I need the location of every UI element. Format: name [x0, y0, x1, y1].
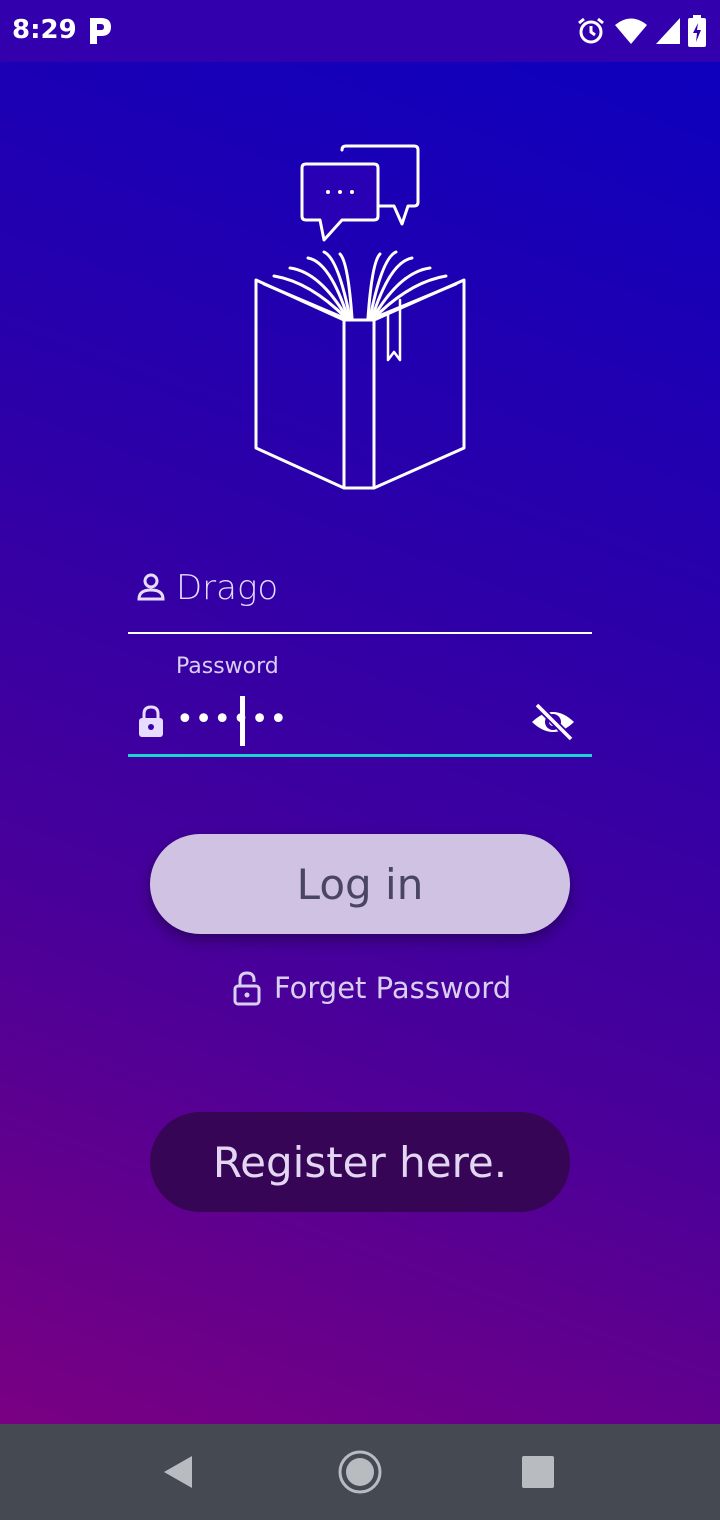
recents-icon[interactable]	[522, 1456, 554, 1488]
register-button[interactable]: Register here.	[150, 1112, 570, 1212]
login-button[interactable]: Log in	[150, 834, 570, 934]
unlock-icon	[233, 971, 261, 1006]
person-icon	[137, 573, 165, 601]
username-value: Drago	[176, 568, 279, 608]
status-icons	[576, 14, 706, 48]
home-icon[interactable]	[336, 1448, 384, 1496]
wifi-icon	[615, 18, 647, 44]
username-field[interactable]: Drago	[128, 560, 592, 634]
back-icon[interactable]	[160, 1452, 196, 1492]
text-cursor	[240, 696, 245, 746]
password-field[interactable]: ••••••	[128, 690, 592, 757]
navigation-bar	[0, 1424, 720, 1520]
battery-icon	[688, 15, 706, 47]
status-bar: 8:29	[0, 0, 720, 62]
forgot-password-link[interactable]: Forget Password	[232, 966, 511, 1010]
password-value: ••••••	[176, 702, 289, 737]
book-chat-logo	[254, 144, 466, 490]
alarm-icon	[578, 17, 604, 44]
lock-icon	[139, 705, 163, 737]
password-label: Password	[176, 654, 279, 679]
signal-icon	[656, 18, 680, 44]
parking-icon	[90, 18, 111, 44]
eye-off-icon[interactable]	[530, 702, 576, 742]
status-time: 8:29	[12, 15, 77, 45]
forgot-password-label: Forget Password	[274, 971, 512, 1005]
